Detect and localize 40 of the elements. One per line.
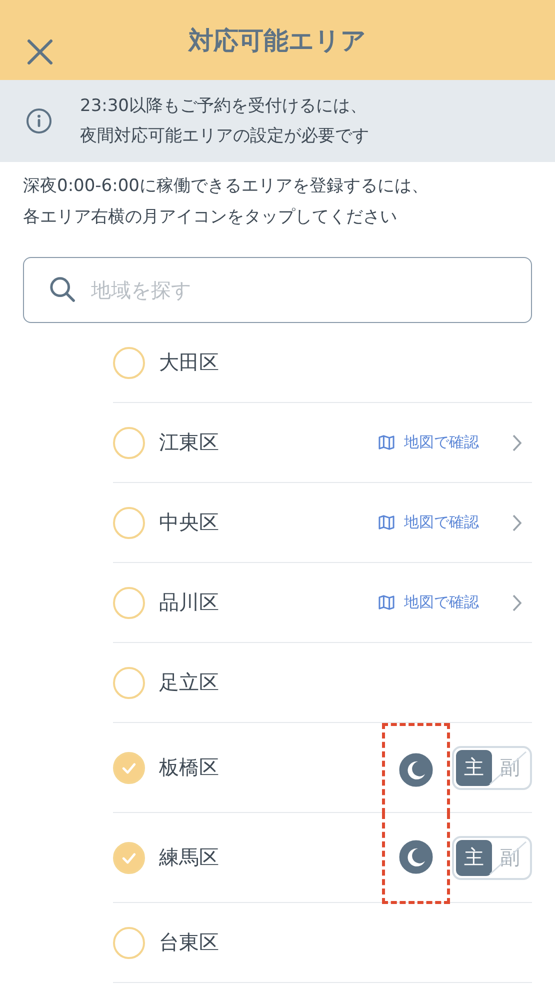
- moon-icon[interactable]: [399, 840, 433, 874]
- area-name: 大田区: [159, 349, 219, 376]
- checkbox[interactable]: [113, 842, 145, 874]
- checkbox[interactable]: [113, 926, 145, 958]
- checkbox[interactable]: [113, 752, 145, 784]
- map-icon: [378, 515, 395, 530]
- chevron-icon[interactable]: [512, 594, 522, 612]
- area-name: 足立区: [159, 669, 219, 696]
- checkbox[interactable]: [113, 586, 145, 618]
- page-title: 対応可能エリア: [188, 24, 366, 56]
- instruction-text: 深夜0:00-6:00に稼働できるエリアを登録するには、: [23, 175, 430, 198]
- map-icon: [378, 435, 395, 450]
- map-icon: [378, 595, 395, 610]
- close-icon[interactable]: [26, 38, 54, 66]
- checkbox[interactable]: [113, 426, 145, 458]
- checkbox[interactable]: [113, 506, 145, 538]
- checkbox[interactable]: [113, 666, 145, 698]
- area-name: 板橋区: [159, 754, 219, 781]
- notice-text: 夜間対応可能エリアの設定が必要です: [80, 125, 369, 148]
- area-name: 台東区: [159, 929, 219, 956]
- checkbox[interactable]: [113, 346, 145, 378]
- map-link[interactable]: 地図で確認: [378, 593, 479, 612]
- search-field[interactable]: 地域を探す: [23, 257, 532, 323]
- search-icon: [49, 276, 76, 303]
- slash-icon: [488, 750, 528, 786]
- role-option[interactable]: 主: [456, 750, 492, 786]
- chevron-icon[interactable]: [512, 434, 522, 452]
- area-name: 品川区: [159, 589, 219, 616]
- info-icon: [26, 108, 52, 134]
- role-option[interactable]: 主: [456, 840, 492, 876]
- map-link[interactable]: 地図で確認: [378, 433, 479, 452]
- moon-icon[interactable]: [399, 752, 433, 787]
- area-name: 江東区: [159, 429, 219, 456]
- instruction-text: 各エリア右横の月アイコンをタップしてください: [23, 206, 398, 229]
- area-name: 中央区: [159, 509, 219, 536]
- area-name: 練馬区: [159, 844, 219, 871]
- chevron-icon[interactable]: [512, 514, 522, 532]
- map-link[interactable]: 地図で確認: [378, 513, 479, 532]
- notice-text: 23:30以降もご予約を受付けるには、: [80, 95, 368, 118]
- slash-icon: [488, 840, 528, 876]
